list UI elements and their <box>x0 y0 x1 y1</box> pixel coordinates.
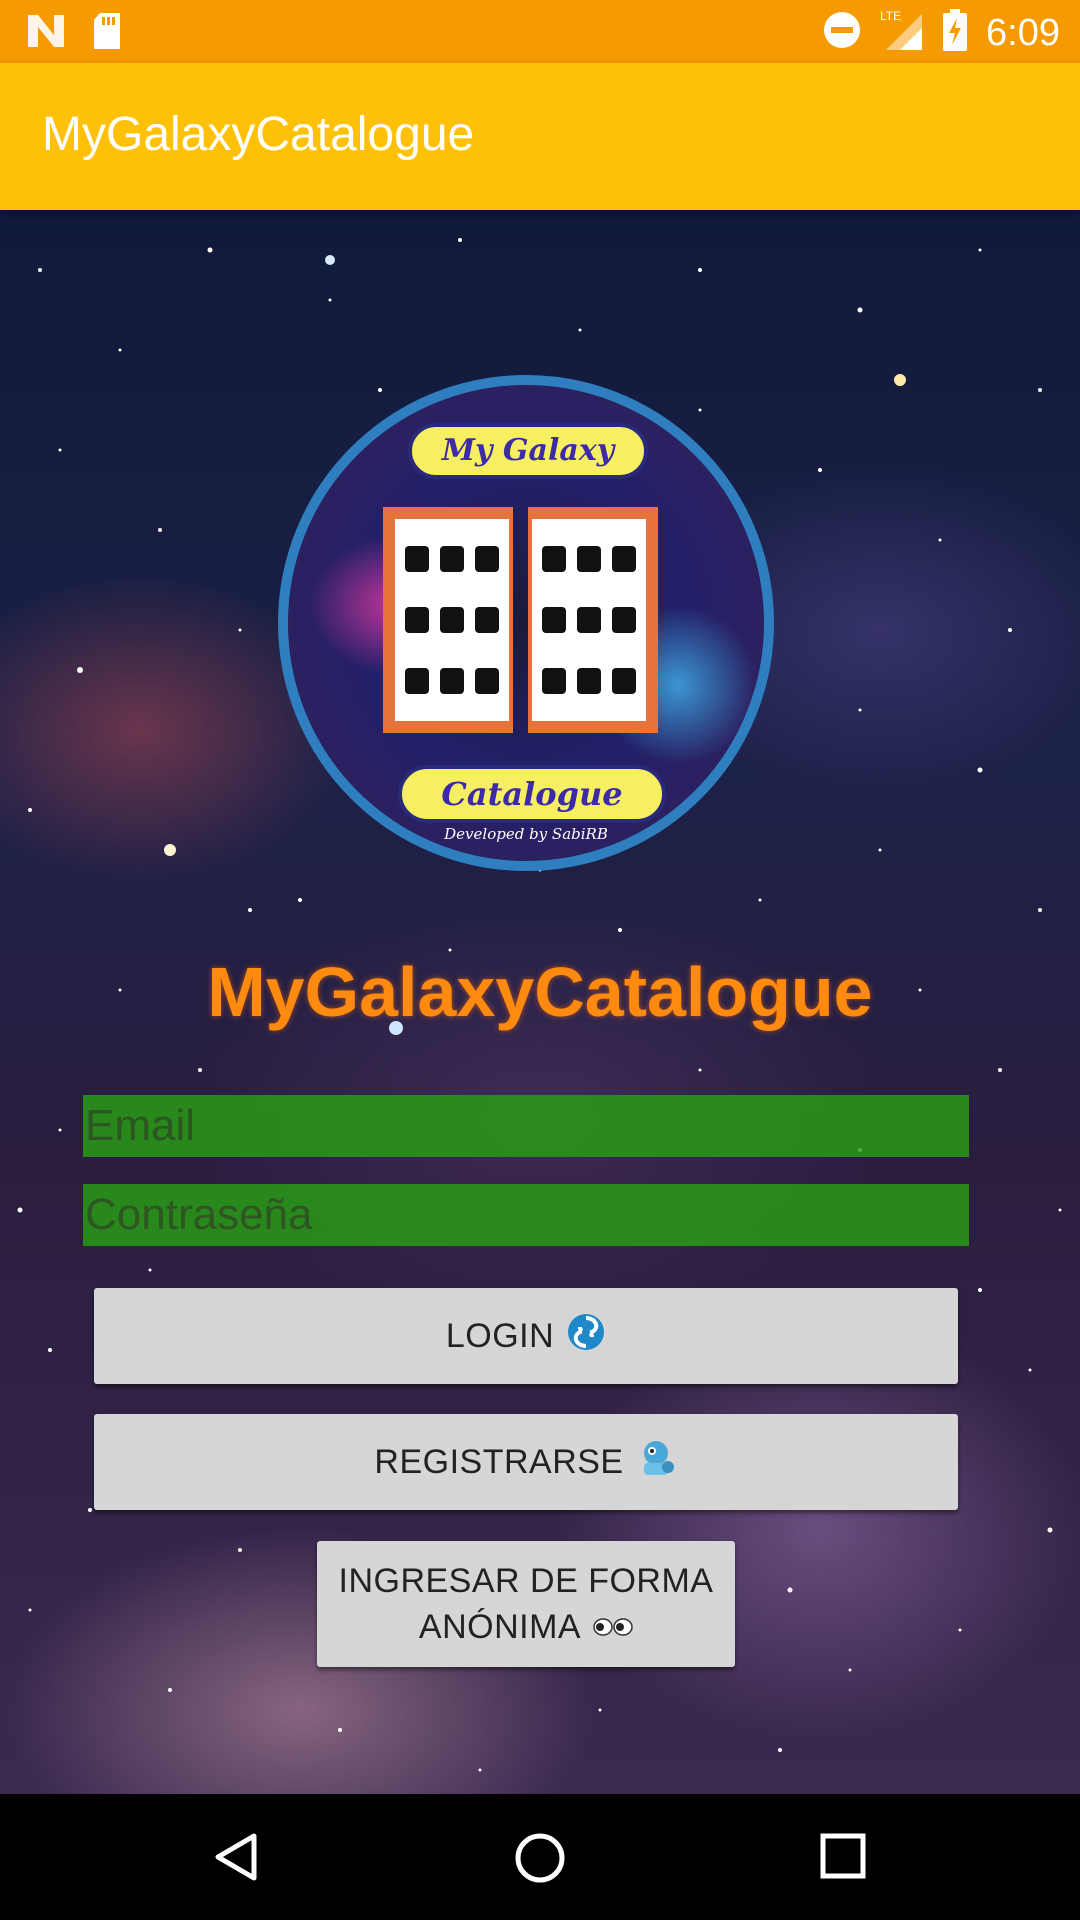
cyclone-icon <box>566 1312 606 1361</box>
book-page-left <box>383 507 513 733</box>
register-button-label: REGISTRARSE <box>374 1442 624 1481</box>
robot-icon <box>636 1437 678 1488</box>
home-icon[interactable] <box>514 1832 565 1883</box>
svg-text:LTE: LTE <box>880 9 901 23</box>
do-not-disturb-icon <box>822 10 862 55</box>
anonymous-button-label-line1: INGRESAR DE FORMA <box>338 1562 714 1600</box>
password-field[interactable] <box>83 1184 969 1246</box>
status-bar: LTE 6:09 <box>0 0 1080 63</box>
anonymous-login-button[interactable]: INGRESAR DE FORMA ANÓNIMA <box>317 1541 735 1667</box>
back-icon[interactable] <box>212 1832 262 1882</box>
n-logo-icon <box>26 13 66 54</box>
sd-card-icon <box>92 12 122 55</box>
status-time: 6:09 <box>986 11 1060 54</box>
logo-banner-top: My Galaxy <box>408 423 648 479</box>
eyes-icon <box>593 1606 633 1648</box>
register-button[interactable]: REGISTRARSE <box>94 1414 958 1510</box>
app-bar-title: MyGalaxyCatalogue <box>42 108 475 161</box>
logo-banner-bottom: Catalogue <box>398 765 666 823</box>
login-button[interactable]: LOGIN <box>94 1288 958 1384</box>
logo-developer-credit: Developed by SabiRB <box>444 825 608 843</box>
battery-charging-icon <box>942 9 968 56</box>
login-screen: My Galaxy Catalogue Developed by SabiRB … <box>0 210 1080 1794</box>
brand-title: MyGalaxyCatalogue <box>207 953 873 1031</box>
book-icon <box>383 497 673 747</box>
anonymous-button-label-line2: ANÓNIMA <box>418 1608 582 1646</box>
signal-lte-icon: LTE <box>880 8 924 57</box>
book-page-right <box>528 507 658 733</box>
email-field[interactable] <box>83 1095 969 1157</box>
app-bar: MyGalaxyCatalogue <box>0 63 1080 210</box>
login-button-label: LOGIN <box>445 1316 555 1355</box>
recents-icon[interactable] <box>819 1832 869 1882</box>
navigation-bar <box>0 1794 1080 1920</box>
app-logo: My Galaxy Catalogue Developed by SabiRB <box>278 375 774 871</box>
